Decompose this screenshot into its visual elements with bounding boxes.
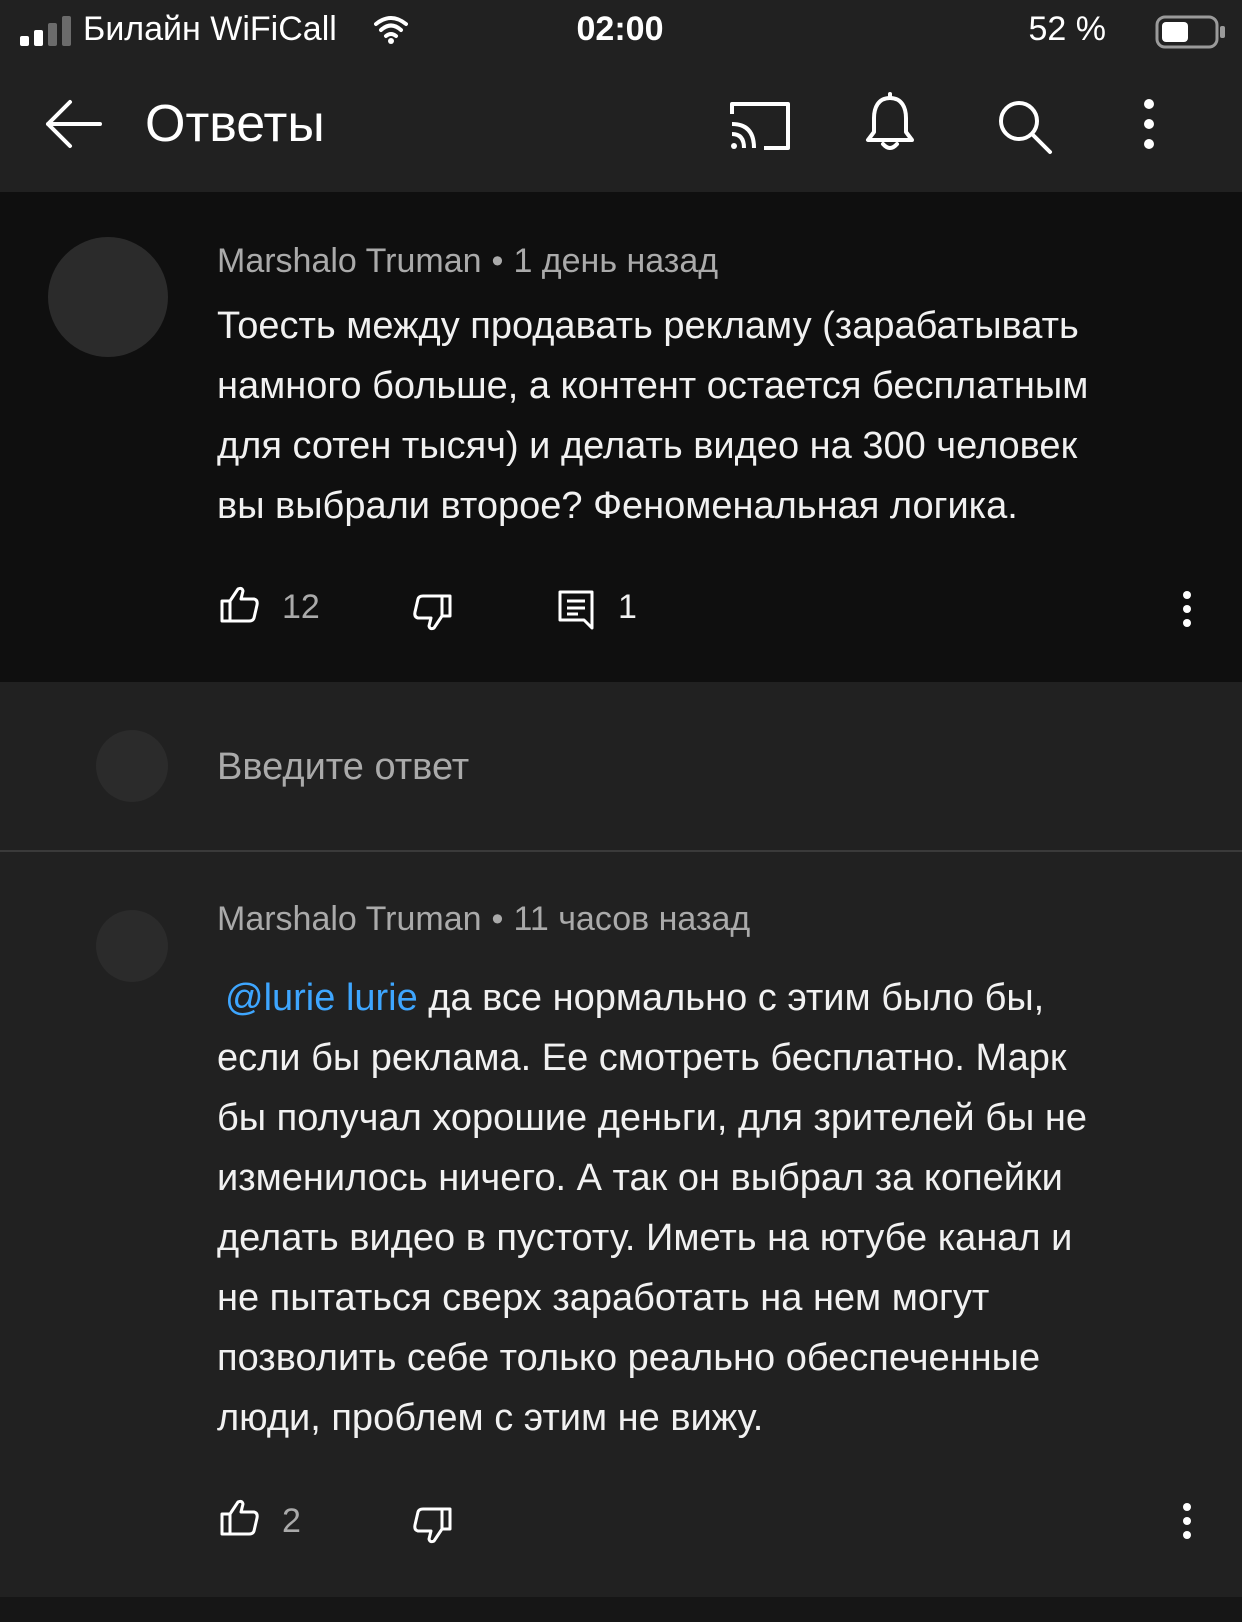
parent-comment: Marshalo Truman • 1 день назад Тоесть межд… xyxy=(0,192,1242,682)
battery-icon xyxy=(1155,15,1225,49)
meta-separator: • xyxy=(491,242,504,280)
author-name[interactable]: Marshalo Truman xyxy=(217,900,482,938)
bell-icon[interactable] xyxy=(864,92,916,156)
like-count: 12 xyxy=(282,588,320,626)
page-title: Ответы xyxy=(145,95,325,153)
back-arrow-icon[interactable] xyxy=(40,96,104,152)
like-icon[interactable] xyxy=(220,585,260,623)
like-count: 2 xyxy=(282,1502,301,1540)
comment-text-rest: если бы реклама. Ее смотреть бесплатно. … xyxy=(217,1037,1087,1439)
comment-more-icon[interactable] xyxy=(1181,590,1193,628)
comment-more-icon[interactable] xyxy=(1181,1502,1193,1540)
like-icon[interactable] xyxy=(220,1498,260,1536)
cast-icon[interactable] xyxy=(728,100,792,152)
search-icon[interactable] xyxy=(996,98,1054,156)
battery-percentage: 52 % xyxy=(1028,10,1107,48)
comment-text: @lurie lurie да все нормально с этим был… xyxy=(217,968,1217,1448)
reply-input[interactable]: Введите ответ xyxy=(217,746,469,789)
comment-text: Тоесть между продавать рекламу (зарабаты… xyxy=(217,305,1089,527)
dislike-icon[interactable] xyxy=(412,594,452,632)
status-bar: Билайн WiFiCall 02:00 52 % xyxy=(0,0,1242,64)
clock: 02:00 xyxy=(576,10,664,48)
avatar xyxy=(96,730,168,802)
avatar[interactable] xyxy=(96,910,168,982)
reply-icon[interactable] xyxy=(558,590,594,630)
bottom-band xyxy=(0,1597,1242,1622)
comment-text-first-line: да все нормально с этим было бы, xyxy=(417,977,1045,1019)
mention-link[interactable]: @lurie lurie xyxy=(225,977,418,1019)
comment-meta: Marshalo Truman • 1 день назад xyxy=(217,242,718,281)
comment-meta: Marshalo Truman • 11 часов назад xyxy=(217,900,750,939)
reply-comment: Marshalo Truman • 11 часов назад @lurie lu… xyxy=(0,852,1242,1597)
carrier-name: Билайн WiFiCall xyxy=(83,10,337,48)
avatar[interactable] xyxy=(48,237,168,357)
meta-separator: • xyxy=(491,900,504,938)
wifi-icon xyxy=(374,16,408,44)
reply-count: 1 xyxy=(618,588,637,626)
cellular-signal-icon xyxy=(20,14,72,46)
more-vert-icon[interactable] xyxy=(1142,98,1156,150)
app-bar: Ответы xyxy=(0,64,1242,192)
author-name[interactable]: Marshalo Truman xyxy=(217,242,482,280)
comment-time[interactable]: 1 день назад xyxy=(513,242,718,280)
reply-input-row[interactable]: Введите ответ xyxy=(0,682,1242,850)
dislike-icon[interactable] xyxy=(412,1507,452,1545)
comment-time[interactable]: 11 часов назад xyxy=(513,900,750,938)
